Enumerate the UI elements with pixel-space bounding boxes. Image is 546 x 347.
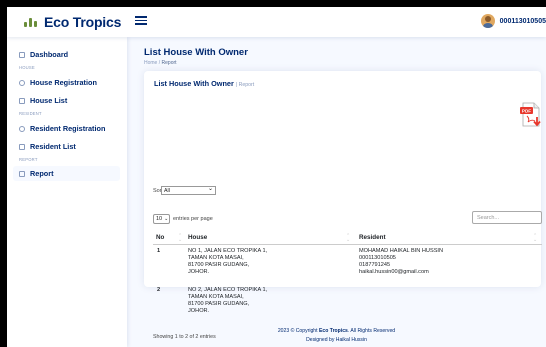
address-line: JOHOR. [188, 308, 210, 314]
row-no: 2 [157, 287, 161, 293]
column-header-resident[interactable]: Resident [359, 231, 386, 244]
avatar [480, 14, 495, 28]
card-title: List House With Owner | Report [154, 79, 254, 88]
address-line: TAMAN KOTA MASAI, [188, 255, 244, 261]
house-address: NO 1, JALAN ECO TROPIKA 1, TAMAN KOTA MA… [188, 248, 267, 276]
address-line: NO 2, JALAN ECO TROPIKA 1, [188, 287, 268, 293]
address-line: JOHOR. [188, 269, 210, 275]
copyright-brand: Eco Tropics [318, 328, 348, 334]
page-length-select[interactable]: 10 ⌄ [153, 214, 170, 224]
menu-toggle-icon[interactable] [135, 14, 147, 26]
sidebar: Dashboard House House Registration House… [7, 37, 127, 347]
list-icon [19, 143, 25, 150]
row-no: 1 [157, 248, 161, 254]
resident-name: MOHAMAD HAIKAL BIN HUSSIN [359, 248, 444, 254]
report-card: List House With Owner | Report PDF Sort … [144, 71, 542, 340]
nav-heading-house: House [19, 65, 35, 70]
page-length-label: entries per page [173, 216, 213, 222]
nav-heading-report: Report [19, 157, 38, 162]
header-divider [153, 244, 542, 245]
footer: 2023 © Copyright Eco Tropics. All Rights… [127, 327, 546, 345]
address-line: TAMAN KOTA MASAI, [188, 294, 244, 300]
sidebar-item-report[interactable]: Report [13, 166, 120, 181]
sidebar-item-label: Dashboard [30, 50, 69, 59]
nav-heading-resident: Resident [19, 111, 42, 116]
search-placeholder: Search... [477, 215, 500, 221]
address-line: NO 1, JALAN ECO TROPIKA 1, [188, 248, 268, 254]
pdf-download-icon[interactable]: PDF [520, 102, 542, 128]
card-title-text: List House With Owner [154, 79, 234, 88]
copyright-suffix: . All Rights Reserved [347, 328, 396, 334]
resident-ic: 000113010505 [359, 255, 396, 261]
svg-text:PDF: PDF [522, 108, 531, 113]
address-line: 81700 PASIR GUDANG, [188, 262, 250, 268]
copyright: 2023 © Copyright Eco Tropics. All Rights… [127, 327, 546, 336]
sidebar-item-dashboard[interactable]: Dashboard [13, 47, 120, 62]
page-length-value: 10 [156, 216, 163, 222]
sidebar-item-house-list[interactable]: House List [13, 93, 120, 108]
column-header-no[interactable]: No [156, 231, 164, 244]
house-address: NO 2, JALAN ECO TROPIKA 1, TAMAN KOTA MA… [188, 287, 267, 315]
brand-name: Eco Tropics [44, 14, 122, 30]
sidebar-item-label: House Registration [30, 78, 97, 87]
column-header-house[interactable]: House [188, 231, 207, 244]
sidebar-item-label: Resident Registration [30, 124, 106, 133]
breadcrumb-current: Report [161, 60, 177, 66]
grid-icon [19, 51, 25, 58]
sort-arrows-icon[interactable]: ⌃ ⌄ [178, 234, 182, 243]
folder-icon [19, 170, 25, 177]
list-icon [19, 97, 25, 104]
sidebar-item-label: House List [30, 96, 68, 105]
plus-circle-icon [19, 125, 25, 132]
sidebar-item-label: Resident List [30, 142, 76, 151]
sort-arrows-icon[interactable]: ⌃ ⌄ [533, 234, 537, 243]
sidebar-item-resident-registration[interactable]: Resident Registration [13, 121, 120, 136]
address-line: 81700 PASIR GUDANG, [188, 301, 250, 307]
resident-email: haikal.hussin00@gmail.com [359, 269, 429, 275]
header-bar: Eco Tropics 000113010505 [7, 7, 546, 37]
sidebar-item-label: Report [30, 169, 54, 178]
user-id: 000113010505 [499, 17, 546, 25]
card-subtitle: | Report [235, 82, 255, 88]
palm-logo-icon [22, 15, 40, 29]
sidebar-item-resident-list[interactable]: Resident List [13, 139, 120, 154]
page-title: List House With Owner [144, 47, 248, 58]
brand-logo[interactable]: Eco Tropics [22, 13, 121, 31]
sort-value: All [164, 188, 170, 194]
breadcrumb: Home / Report [144, 60, 177, 66]
sort-select[interactable]: All [161, 185, 216, 195]
plus-circle-icon [19, 79, 25, 86]
breadcrumb-home[interactable]: Home [144, 60, 157, 66]
resident-info: MOHAMAD HAIKAL BIN HUSSIN 000113010505 0… [359, 248, 443, 276]
sidebar-item-house-registration[interactable]: House Registration [13, 75, 120, 90]
search-input[interactable]: Search... [472, 211, 542, 224]
chevron-down-icon: ⌄ [164, 216, 169, 222]
copyright-prefix: 2023 © Copyright [277, 328, 318, 334]
sort-arrows-icon[interactable]: ⌃ ⌄ [346, 234, 350, 243]
app-window: Eco Tropics 000113010505 Dashboard House… [7, 7, 546, 347]
user-profile[interactable]: 000113010505 [480, 14, 546, 28]
resident-phone: 0187791245 [359, 262, 391, 268]
designed-by: Designed by Haikal Hussin [306, 337, 367, 343]
